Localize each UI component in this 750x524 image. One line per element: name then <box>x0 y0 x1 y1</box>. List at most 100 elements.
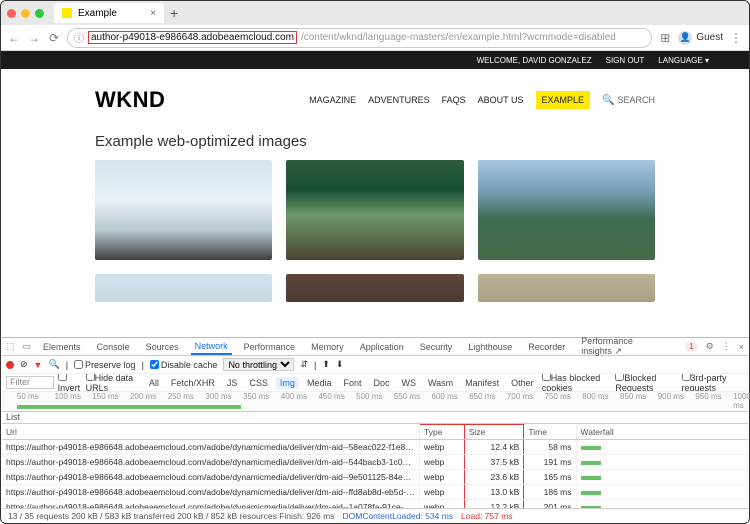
req-waterfall <box>576 455 747 470</box>
gallery-image[interactable] <box>286 274 463 302</box>
type-other[interactable]: Other <box>507 377 538 389</box>
browser-tab-strip: Example × + <box>1 1 749 25</box>
gallery-image[interactable] <box>95 274 272 302</box>
close-icon[interactable]: × <box>739 342 744 352</box>
tab-elements[interactable]: Elements <box>39 340 85 354</box>
type-fetch[interactable]: Fetch/XHR <box>167 377 219 389</box>
site-logo[interactable]: WKND <box>95 87 165 113</box>
gallery-image[interactable] <box>478 274 655 302</box>
third-party-checkbox[interactable]: 3rd-party requests <box>682 374 744 392</box>
search-placeholder: SEARCH <box>617 95 655 105</box>
browser-tab[interactable]: Example × <box>54 3 164 23</box>
wifi-icon[interactable]: ⇵ <box>300 359 308 370</box>
col-url[interactable]: Url <box>2 425 420 440</box>
filter-icon[interactable]: ▼ <box>34 360 43 370</box>
kebab-menu-icon[interactable]: ⋮ <box>722 341 731 352</box>
maximize-window[interactable] <box>35 9 44 18</box>
filter-input[interactable]: Filter <box>6 376 54 389</box>
col-waterfall[interactable]: Waterfall <box>576 425 747 440</box>
req-type: webp <box>420 455 465 470</box>
request-row[interactable]: https://author-p49018-e986648.adobeaemcl… <box>2 500 748 509</box>
type-all[interactable]: All <box>145 377 163 389</box>
reload-button[interactable]: ⟳ <box>47 31 61 45</box>
search-icon[interactable]: 🔍 <box>48 359 59 370</box>
nav-adventures[interactable]: ADVENTURES <box>368 95 430 105</box>
type-wasm[interactable]: Wasm <box>424 377 457 389</box>
tab-memory[interactable]: Memory <box>307 340 348 354</box>
inspect-icon[interactable]: ⬚ <box>6 341 15 352</box>
col-time[interactable]: Time <box>524 425 576 440</box>
close-window[interactable] <box>7 9 16 18</box>
timeline-tick: 600 ms <box>432 392 458 401</box>
blocked-requests-checkbox[interactable]: Blocked Requests <box>615 374 677 392</box>
network-timeline[interactable]: 50 ms100 ms150 ms200 ms250 ms300 ms350 m… <box>2 392 748 412</box>
timeline-tick: 250 ms <box>168 392 194 401</box>
request-row[interactable]: https://author-p49018-e986648.adobeaemcl… <box>2 455 748 470</box>
favicon-icon <box>62 8 72 18</box>
nav-faqs[interactable]: FAQS <box>442 95 466 105</box>
tab-recorder[interactable]: Recorder <box>524 340 569 354</box>
profile-button[interactable]: 👤 Guest <box>678 31 723 45</box>
forward-button[interactable]: → <box>27 31 41 45</box>
tab-security[interactable]: Security <box>416 340 457 354</box>
request-row[interactable]: https://author-p49018-e986648.adobeaemcl… <box>2 485 748 500</box>
timeline-tick: 150 ms <box>92 392 118 401</box>
col-type[interactable]: Type <box>420 425 465 440</box>
req-time: 58 ms <box>524 440 576 455</box>
nav-magazine[interactable]: MAGAZINE <box>309 95 356 105</box>
col-size[interactable]: Size <box>464 425 524 440</box>
timeline-tick: 900 ms <box>658 392 684 401</box>
request-row[interactable]: https://author-p49018-e986648.adobeaemcl… <box>2 470 748 485</box>
record-button[interactable] <box>6 361 14 369</box>
kebab-menu-icon[interactable]: ⋮ <box>729 31 743 45</box>
blocked-cookies-checkbox[interactable]: Has blocked cookies <box>542 374 612 392</box>
network-toolbar: ⊘ ▼ 🔍 | Preserve log | Disable cache No … <box>2 356 748 374</box>
welcome-text: WELCOME, DAVID GONZALEZ <box>477 56 592 65</box>
type-js[interactable]: JS <box>223 377 242 389</box>
device-icon[interactable]: ▭ <box>23 341 32 352</box>
invert-checkbox[interactable]: Invert <box>58 374 82 392</box>
signout-link[interactable]: SIGN OUT <box>606 56 645 65</box>
new-tab-button[interactable]: + <box>170 5 178 21</box>
throttling-select[interactable]: No throttling <box>223 358 294 371</box>
type-doc[interactable]: Doc <box>369 377 393 389</box>
extensions-icon[interactable]: ⊞ <box>658 31 672 45</box>
clear-button[interactable]: ⊘ <box>20 359 28 370</box>
request-row[interactable]: https://author-p49018-e986648.adobeaemcl… <box>2 440 748 455</box>
footer-load: Load: 757 ms <box>461 511 513 521</box>
minimize-window[interactable] <box>21 9 30 18</box>
upload-icon[interactable]: ⬆ <box>322 359 330 370</box>
site-info-icon[interactable]: ⓘ <box>74 30 84 45</box>
preserve-log-checkbox[interactable]: Preserve log <box>74 360 136 370</box>
type-img[interactable]: Img <box>276 377 299 389</box>
timeline-tick: 50 ms <box>17 392 39 401</box>
type-css[interactable]: CSS <box>245 377 272 389</box>
disable-cache-checkbox[interactable]: Disable cache <box>150 360 218 370</box>
tab-performance[interactable]: Performance <box>240 340 300 354</box>
nav-example[interactable]: EXAMPLE <box>536 91 591 109</box>
gallery-image[interactable] <box>95 160 272 260</box>
type-manifest[interactable]: Manifest <box>461 377 503 389</box>
tab-sources[interactable]: Sources <box>142 340 183 354</box>
gear-icon[interactable]: ⚙ <box>706 341 714 352</box>
avatar-icon: 👤 <box>678 31 692 45</box>
address-bar[interactable]: ⓘ author-p49018-e986648.adobeaemcloud.co… <box>67 28 652 48</box>
error-badge[interactable]: 1 <box>685 342 697 351</box>
gallery-image[interactable] <box>286 160 463 260</box>
type-font[interactable]: Font <box>339 377 365 389</box>
nav-about[interactable]: ABOUT US <box>478 95 524 105</box>
tab-application[interactable]: Application <box>356 340 408 354</box>
language-dropdown[interactable]: LANGUAGE ▾ <box>658 56 709 65</box>
search-box[interactable]: 🔍 SEARCH <box>602 95 655 106</box>
back-button[interactable]: ← <box>7 31 21 45</box>
type-media[interactable]: Media <box>303 377 336 389</box>
profile-label: Guest <box>696 32 723 43</box>
tab-network[interactable]: Network <box>191 339 232 355</box>
tab-lighthouse[interactable]: Lighthouse <box>464 340 516 354</box>
gallery-image[interactable] <box>478 160 655 260</box>
close-tab-icon[interactable]: × <box>150 8 156 19</box>
download-icon[interactable]: ⬇ <box>336 359 344 370</box>
tab-console[interactable]: Console <box>93 340 134 354</box>
type-ws[interactable]: WS <box>397 377 420 389</box>
hide-data-checkbox[interactable]: Hide data URLs <box>86 374 141 392</box>
